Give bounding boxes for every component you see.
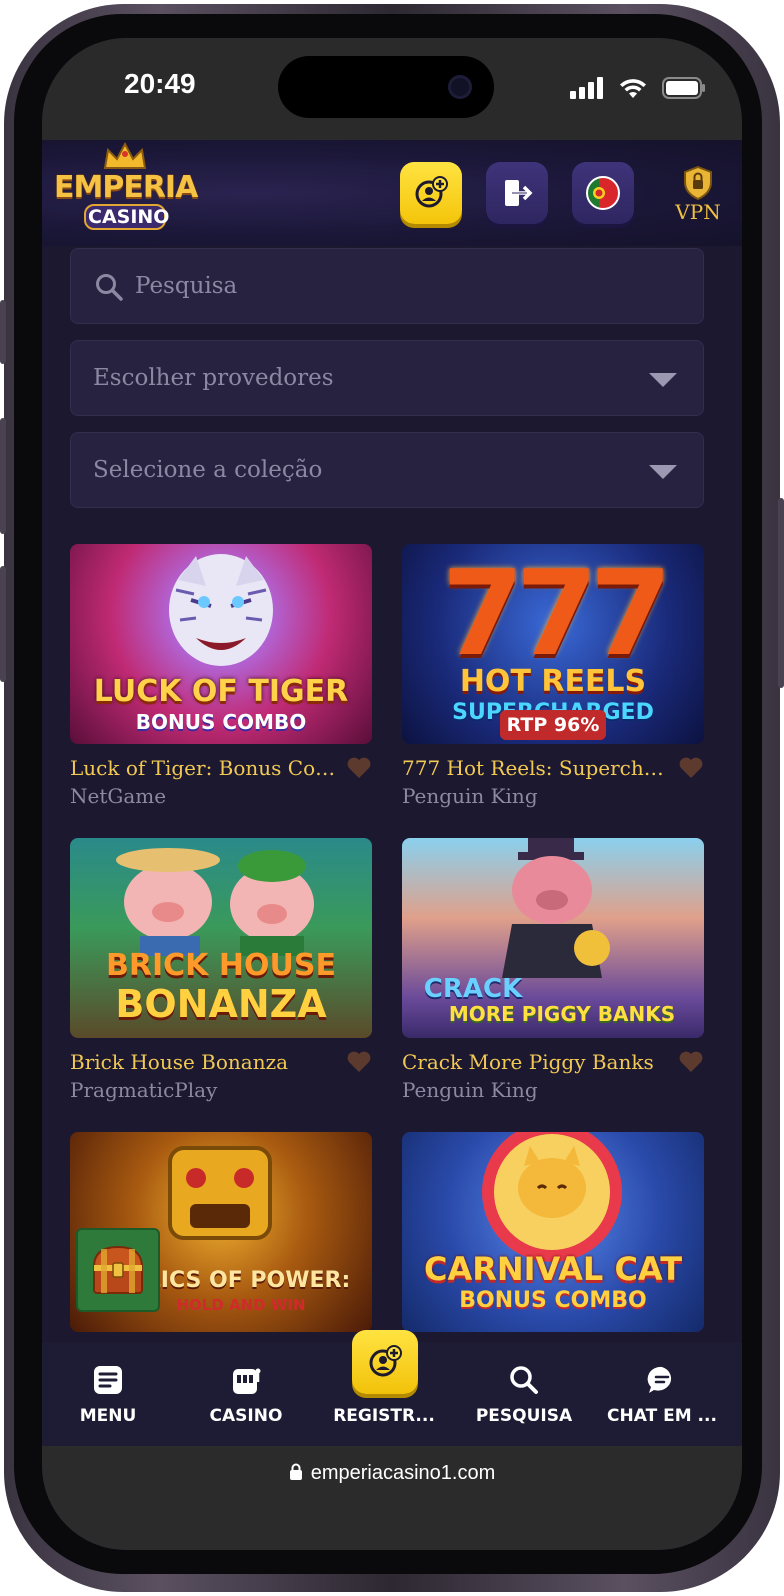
game-title[interactable]: Brick House Bonanza <box>70 1050 342 1074</box>
piggy-art <box>502 838 610 978</box>
favorite-heart-icon[interactable] <box>346 1050 372 1074</box>
battery-icon <box>662 77 705 99</box>
portugal-flag-icon <box>586 176 620 210</box>
pigs-art <box>116 848 314 956</box>
game-thumbnail[interactable]: BRICK HOUSE BONANZA <box>70 838 372 1038</box>
bottom-navigation: MENU CASINO REGISTR... PESQUISA CHAT EM … <box>42 1330 742 1446</box>
chevron-down-icon <box>649 373 677 387</box>
search-icon <box>510 1366 538 1394</box>
collection-label: Selecione a coleção <box>93 457 323 483</box>
volume-up-button <box>0 418 6 534</box>
game-card[interactable]: CARNIVAL CAT BONUS COMBO <box>402 1132 704 1332</box>
browser-url-bar[interactable]: emperiacasino1.com <box>42 1446 742 1550</box>
status-icons <box>570 76 706 100</box>
camera-icon <box>448 75 472 99</box>
game-provider: PragmaticPlay <box>70 1078 218 1102</box>
wifi-icon <box>620 79 646 98</box>
lucky-cat-art <box>482 1132 622 1262</box>
game-card[interactable]: LUCK OF TIGER BONUS COMBO Luck of Tiger:… <box>70 544 372 808</box>
game-title[interactable]: 777 Hot Reels: Supercharged <box>402 756 674 780</box>
add-user-icon <box>369 1345 402 1377</box>
game-card[interactable]: BRICK HOUSE BONANZA Brick House Bonanza … <box>70 838 372 1102</box>
logo-line2: CASINO <box>84 204 169 230</box>
app-header: EMPERIA CASINO VPN <box>42 140 742 246</box>
login-icon <box>505 180 533 206</box>
action-button <box>0 300 6 364</box>
nav-menu-label: MENU <box>79 1406 137 1426</box>
signal-icon <box>570 77 603 99</box>
nav-search-label: PESQUISA <box>475 1406 573 1426</box>
game-art-subtitle: BONUS COMBO <box>459 1288 647 1313</box>
power-button <box>778 498 784 688</box>
idol-art <box>168 1146 272 1240</box>
nav-register-button[interactable] <box>352 1330 418 1394</box>
status-time: 20:49 <box>124 68 196 99</box>
game-art-title: CRACK <box>423 974 523 1004</box>
providers-select[interactable]: Escolher provedores <box>70 340 704 416</box>
treasure-chest-icon <box>92 1245 144 1294</box>
status-bar: 20:49 <box>42 38 742 140</box>
game-art-title: HOT REELS <box>459 664 647 699</box>
game-card[interactable]: 777 HOT REELS SUPERCHARGED RTP 96% 777 H… <box>402 544 704 808</box>
nav-casino-label: CASINO <box>209 1406 283 1426</box>
game-art-title: LUCK OF TIGER <box>93 674 349 709</box>
slot-machine-icon <box>233 1368 261 1394</box>
game-art-subtitle: MORE PIGGY BANKS <box>448 1002 676 1026</box>
register-button[interactable] <box>400 162 462 224</box>
menu-icon <box>94 1366 122 1394</box>
dynamic-island <box>278 56 494 118</box>
url-text: emperiacasino1.com <box>310 1462 496 1484</box>
collection-select[interactable]: Selecione a coleção <box>70 432 704 508</box>
search-icon <box>96 274 123 301</box>
favorite-heart-icon[interactable] <box>346 756 372 780</box>
game-art-subtitle: BONANZA <box>115 982 327 1026</box>
tiger-art <box>169 554 273 666</box>
game-thumbnail[interactable]: CRACK MORE PIGGY BANKS <box>402 838 704 1038</box>
language-button[interactable] <box>572 162 634 224</box>
favorite-heart-icon[interactable] <box>678 756 704 780</box>
lock-icon <box>289 1463 302 1480</box>
vpn-label: VPN <box>675 200 721 224</box>
game-thumbnail[interactable]: CARNIVAL CAT BONUS COMBO <box>402 1132 704 1332</box>
game-art-subtitle: BONUS COMBO <box>135 710 307 734</box>
url-display[interactable]: emperiacasino1.com <box>42 1462 742 1485</box>
chat-icon <box>647 1366 672 1393</box>
game-art-title: BRICK HOUSE <box>106 948 336 983</box>
search-placeholder: Pesquisa <box>135 273 238 299</box>
volume-down-button <box>0 566 6 682</box>
vpn-button[interactable]: VPN <box>668 166 728 226</box>
game-thumbnail[interactable]: 777 HOT REELS SUPERCHARGED RTP 96% <box>402 544 704 744</box>
login-button[interactable] <box>486 162 548 224</box>
game-provider: Penguin King <box>402 784 538 808</box>
bonus-chest-button[interactable] <box>76 1228 160 1312</box>
game-provider: Penguin King <box>402 1078 538 1102</box>
logo-line1: EMPERIA <box>54 170 198 205</box>
providers-label: Escolher provedores <box>93 365 334 391</box>
game-card[interactable]: CRACK MORE PIGGY BANKS Crack More Piggy … <box>402 838 704 1102</box>
add-user-icon <box>415 176 448 208</box>
emperia-casino-logo[interactable]: EMPERIA CASINO <box>54 140 198 244</box>
rtp-badge: RTP 96% <box>500 710 606 740</box>
game-provider: NetGame <box>70 784 167 808</box>
game-title[interactable]: Luck of Tiger: Bonus Combo <box>70 756 342 780</box>
crown-icon <box>103 142 147 169</box>
main-content: Pesquisa Escolher provedores Selecione a… <box>42 246 742 1342</box>
game-art-number: 777 <box>441 544 672 682</box>
nav-register-label: REGISTR... <box>333 1406 435 1426</box>
chevron-down-icon <box>649 465 677 479</box>
search-input[interactable]: Pesquisa <box>70 248 704 324</box>
favorite-heart-icon[interactable] <box>678 1050 704 1074</box>
game-thumbnail[interactable]: LUCK OF TIGER BONUS COMBO <box>70 544 372 744</box>
phone-screen: 20:49 EMPERIA CASINO VPN Pesquisa Escolh… <box>42 38 742 1550</box>
nav-chat-label: CHAT EM ... <box>607 1406 717 1426</box>
shield-icon <box>684 166 712 200</box>
game-art-title: CARNIVAL CAT <box>423 1250 683 1288</box>
game-title[interactable]: Crack More Piggy Banks <box>402 1050 674 1074</box>
